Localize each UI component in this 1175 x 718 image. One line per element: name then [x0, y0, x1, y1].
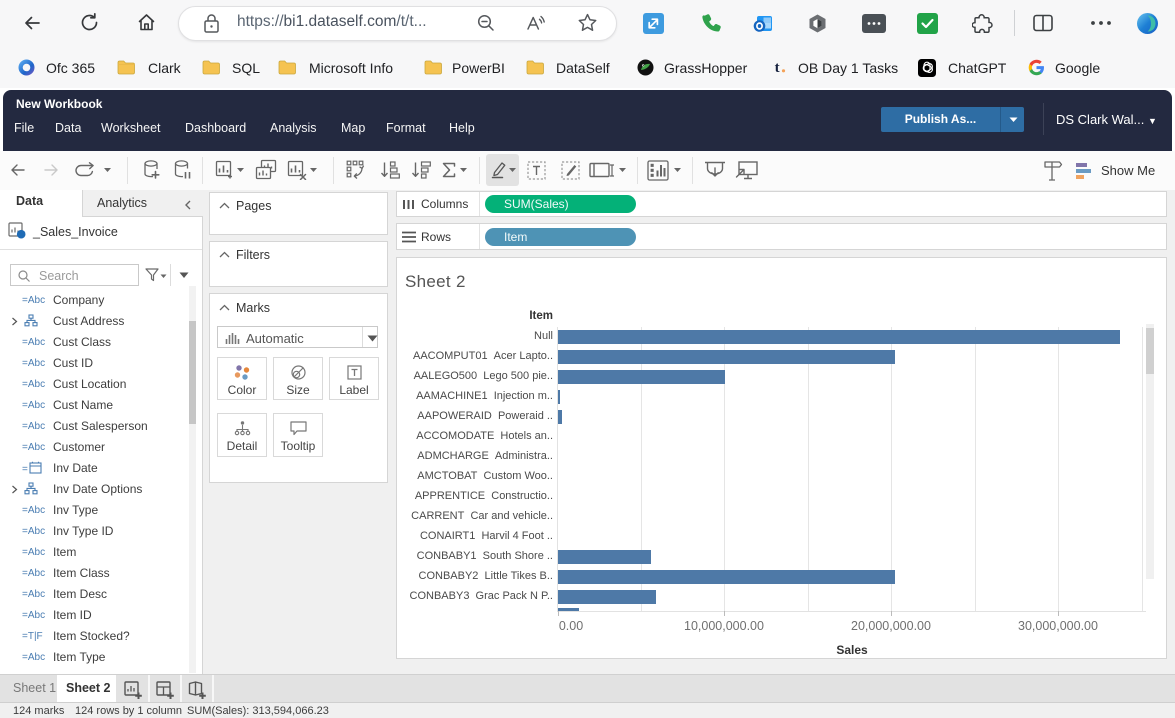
svg-text:t: t	[775, 60, 780, 76]
